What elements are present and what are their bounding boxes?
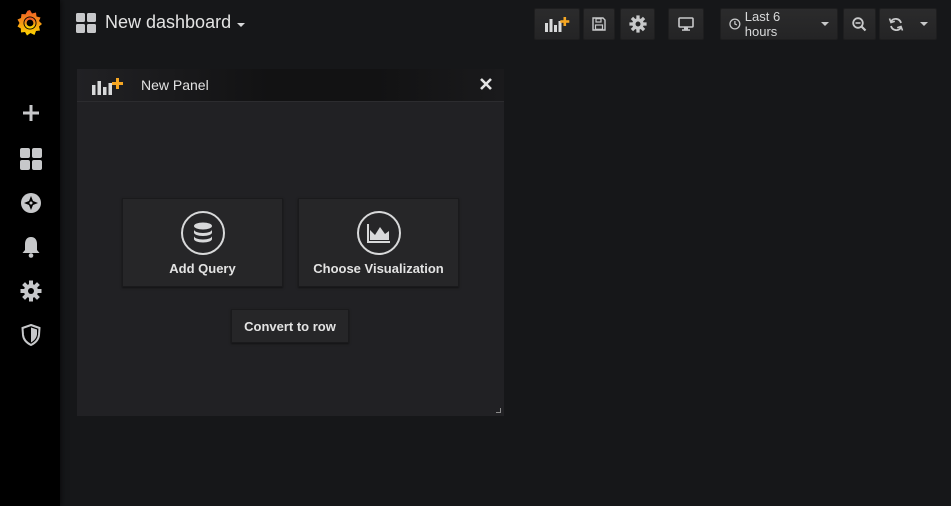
dashboard-settings-button[interactable]: [620, 8, 655, 40]
panel-header: New Panel: [77, 69, 504, 102]
save-icon: [592, 17, 606, 31]
time-range-picker[interactable]: Last 6 hours: [720, 8, 838, 40]
dashboard-grid-icon: [76, 12, 96, 33]
explore-compass-icon[interactable]: [18, 190, 44, 216]
dashboards-grid-icon[interactable]: [18, 146, 44, 172]
configuration-gear-icon[interactable]: [18, 278, 44, 304]
chevron-down-icon: [237, 23, 246, 27]
grafana-logo-icon[interactable]: [15, 8, 45, 38]
database-icon: [180, 211, 225, 255]
monitor-icon: [678, 17, 694, 31]
time-range-label: Last 6 hours: [744, 9, 781, 39]
refresh-icon: [888, 17, 904, 31]
side-menu: [0, 0, 60, 506]
add-panel-button[interactable]: [534, 8, 580, 40]
refresh-button[interactable]: [879, 8, 937, 40]
close-icon[interactable]: [479, 77, 493, 91]
convert-to-row-button[interactable]: Convert to row: [231, 309, 349, 343]
add-query-button[interactable]: Add Query: [122, 198, 283, 287]
tv-mode-button[interactable]: [668, 8, 704, 40]
save-dashboard-button[interactable]: [583, 8, 615, 40]
dashboard-title: New dashboard: [105, 12, 232, 32]
server-admin-shield-icon[interactable]: [18, 322, 44, 348]
resize-handle[interactable]: [496, 408, 501, 413]
create-plus-icon[interactable]: [18, 100, 44, 126]
gear-icon: [628, 15, 647, 33]
clock-icon: [729, 18, 741, 30]
add-panel-icon: [92, 78, 123, 95]
panel-title: New Panel: [141, 77, 209, 93]
alerting-bell-icon[interactable]: [18, 234, 44, 260]
chevron-down-icon: [821, 22, 829, 26]
add-query-label: Add Query: [169, 261, 236, 276]
choose-visualization-label: Choose Visualization: [313, 261, 444, 276]
add-panel-icon: [545, 17, 570, 32]
refresh-interval-chevron-down-icon[interactable]: [920, 22, 928, 26]
choose-visualization-button[interactable]: Choose Visualization: [298, 198, 459, 287]
dashboard-title-dropdown[interactable]: New dashboard: [76, 12, 246, 33]
zoom-out-icon: [852, 16, 867, 31]
zoom-out-button[interactable]: [843, 8, 876, 40]
area-chart-icon: [356, 211, 401, 255]
top-navbar: New dashboard Last 6 hours: [60, 0, 951, 50]
new-panel: New Panel Add Query Choose Visualization…: [77, 69, 504, 416]
